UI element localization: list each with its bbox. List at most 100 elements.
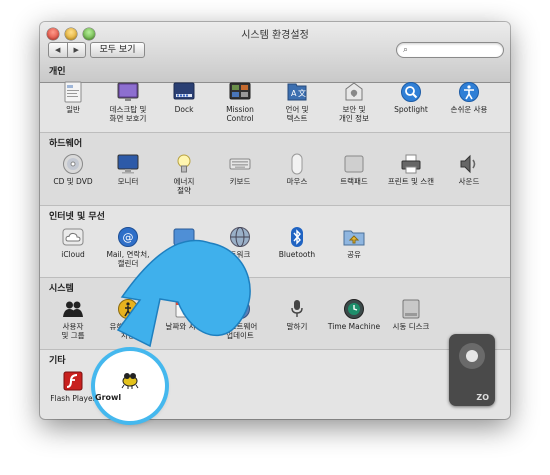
pane-dock[interactable]: Dock [155,81,213,114]
svg-text:A: A [291,89,297,98]
pane-label: Spotlight [394,105,428,114]
spotlight-icon [401,82,421,102]
pane-label: 말하기 [286,322,308,331]
bluetooth-icon [291,227,303,247]
parental-controls-icon [118,299,138,319]
date-time-icon [175,300,193,318]
pane-label: 보안 및 개인 정보 [339,105,369,123]
sound-icon [460,154,476,174]
section-title: 개인 [49,67,66,77]
section-internet-wireless: 인터넷 및 무선 iCloud @ Mail, 연락처, 캘린더 Mo 트워크 … [40,206,510,278]
section-title: 시스템 [49,284,74,294]
search-icon: ⌕ [403,45,409,55]
search-field[interactable]: ⌕ [396,42,504,58]
pane-bluetooth[interactable]: Bluetooth [268,226,326,259]
growl-icon [121,373,139,389]
pane-trackpad[interactable]: 트랙패드 [325,153,383,186]
pane-label: 모니터 [117,177,139,186]
pane-energy-saver[interactable]: 에너지 절약 [155,153,213,195]
pane-time-machine[interactable]: Time Machine [325,298,383,331]
pane-print-scan[interactable]: 프린트 및 스캔 [382,153,440,186]
users-icon [63,301,83,317]
pane-cd-dvd[interactable]: CD 및 DVD [44,153,102,186]
pane-icloud[interactable]: iCloud [44,226,102,259]
pane-label: Dock [174,105,194,114]
section-title: 기타 [49,356,66,366]
pane-parental-controls[interactable]: 유해 콘텐츠 차단 [99,298,157,340]
pane-label: Mo [178,250,190,259]
network-icon [230,227,250,247]
pane-label: 트워크 [229,250,251,259]
section-hardware: 하드웨어 CD 및 DVD 모니터 에너지 절약 키보드 마우스 트랙패드 프린… [40,133,510,206]
pane-label: Mail, 연락처, 캘린더 [106,250,150,268]
energy-icon [177,154,191,173]
general-icon [64,81,82,103]
svg-text:@: @ [123,231,134,244]
speech-icon [291,300,303,317]
pane-startup-disk[interactable]: 시동 디스크 [382,298,440,331]
pane-label: 프린트 및 스캔 [387,177,435,186]
pane-label: Time Machine [327,322,381,331]
pane-label: 공유 [347,250,361,259]
pane-growl[interactable]: Growl [95,351,165,421]
pane-network[interactable]: 트워크 [211,226,269,259]
pane-security-privacy[interactable]: 보안 및 개인 정보 [325,81,383,123]
show-all-button[interactable]: 모두 보기 [90,42,145,58]
pane-label: 소프트웨어 업데이트 [222,322,258,340]
pane-label: 트랙패드 [340,177,368,186]
mail-icon: @ [118,227,138,247]
pane-mission-control[interactable]: Mission Control [211,81,269,123]
remote-knob[interactable] [459,343,485,369]
time-machine-icon [344,299,364,319]
mobileme-icon [173,228,195,246]
pane-label: CD 및 DVD [53,177,93,186]
pane-users-groups[interactable]: 사용자 및 그룹 [44,298,102,340]
language-icon: A文 [287,83,307,101]
pane-label: 손쉬운 사용 [450,105,488,114]
section-system: 시스템 사용자 및 그룹 유해 콘텐츠 차단 날짜와 시간 소프트웨어 업데이트… [40,278,510,350]
remote-mark: ZO [476,393,489,402]
pane-mobileme[interactable]: Mo [155,226,213,259]
pane-label: Mission Control [226,105,254,123]
trackpad-icon [344,155,364,173]
pane-label: 사용자 및 그룹 [61,322,85,340]
accessibility-icon [459,82,479,102]
pane-speech[interactable]: 말하기 [268,298,326,331]
pane-flash-player[interactable]: Flash Player [44,370,102,403]
pane-label: iCloud [61,250,85,259]
remote-widget[interactable]: ZO [449,334,495,406]
pane-sharing[interactable]: 공유 [325,226,383,259]
pane-label: 에너지 절약 [173,177,195,195]
pane-label: 언어 및 텍스트 [285,105,309,123]
forward-button[interactable]: ▶ [66,43,86,57]
pane-label: 데스크탑 및 화면 보호기 [109,105,147,123]
pane-accessibility[interactable]: 손쉬운 사용 [440,81,498,114]
startup-disk-icon [402,299,420,319]
back-button[interactable]: ◀ [49,43,67,57]
pane-mail-contacts-calendars[interactable]: @ Mail, 연락처, 캘린더 [99,226,157,268]
pane-label: 시동 디스크 [392,322,430,331]
sharing-icon [343,230,365,246]
pane-language-text[interactable]: A文 언어 및 텍스트 [268,81,326,123]
pane-label: Flash Player [50,394,96,403]
pane-date-time[interactable]: 날짜와 시간 [155,298,213,331]
search-input[interactable] [413,44,497,55]
section-personal: 개인 일반 데스크탑 및 화면 보호기 Dock Mission Control… [40,61,510,133]
cd-dvd-icon [63,154,83,174]
keyboard-icon [229,158,251,170]
pane-spotlight[interactable]: Spotlight [382,81,440,114]
icloud-icon [62,228,84,246]
pane-keyboard[interactable]: 키보드 [211,153,269,186]
desktop-icon [117,82,139,101]
pane-label: 사운드 [458,177,480,186]
mission-control-icon [229,82,251,100]
pane-label: 키보드 [229,177,251,186]
back-forward-control: ◀ ▶ [48,42,86,58]
pane-sound[interactable]: 사운드 [440,153,498,186]
pane-software-update[interactable]: 소프트웨어 업데이트 [211,298,269,340]
pane-mouse[interactable]: 마우스 [268,153,326,186]
pane-desktop-screensaver[interactable]: 데스크탑 및 화면 보호기 [99,81,157,123]
pane-displays[interactable]: 모니터 [99,153,157,186]
pane-general[interactable]: 일반 [44,81,102,114]
printer-icon [401,154,421,174]
